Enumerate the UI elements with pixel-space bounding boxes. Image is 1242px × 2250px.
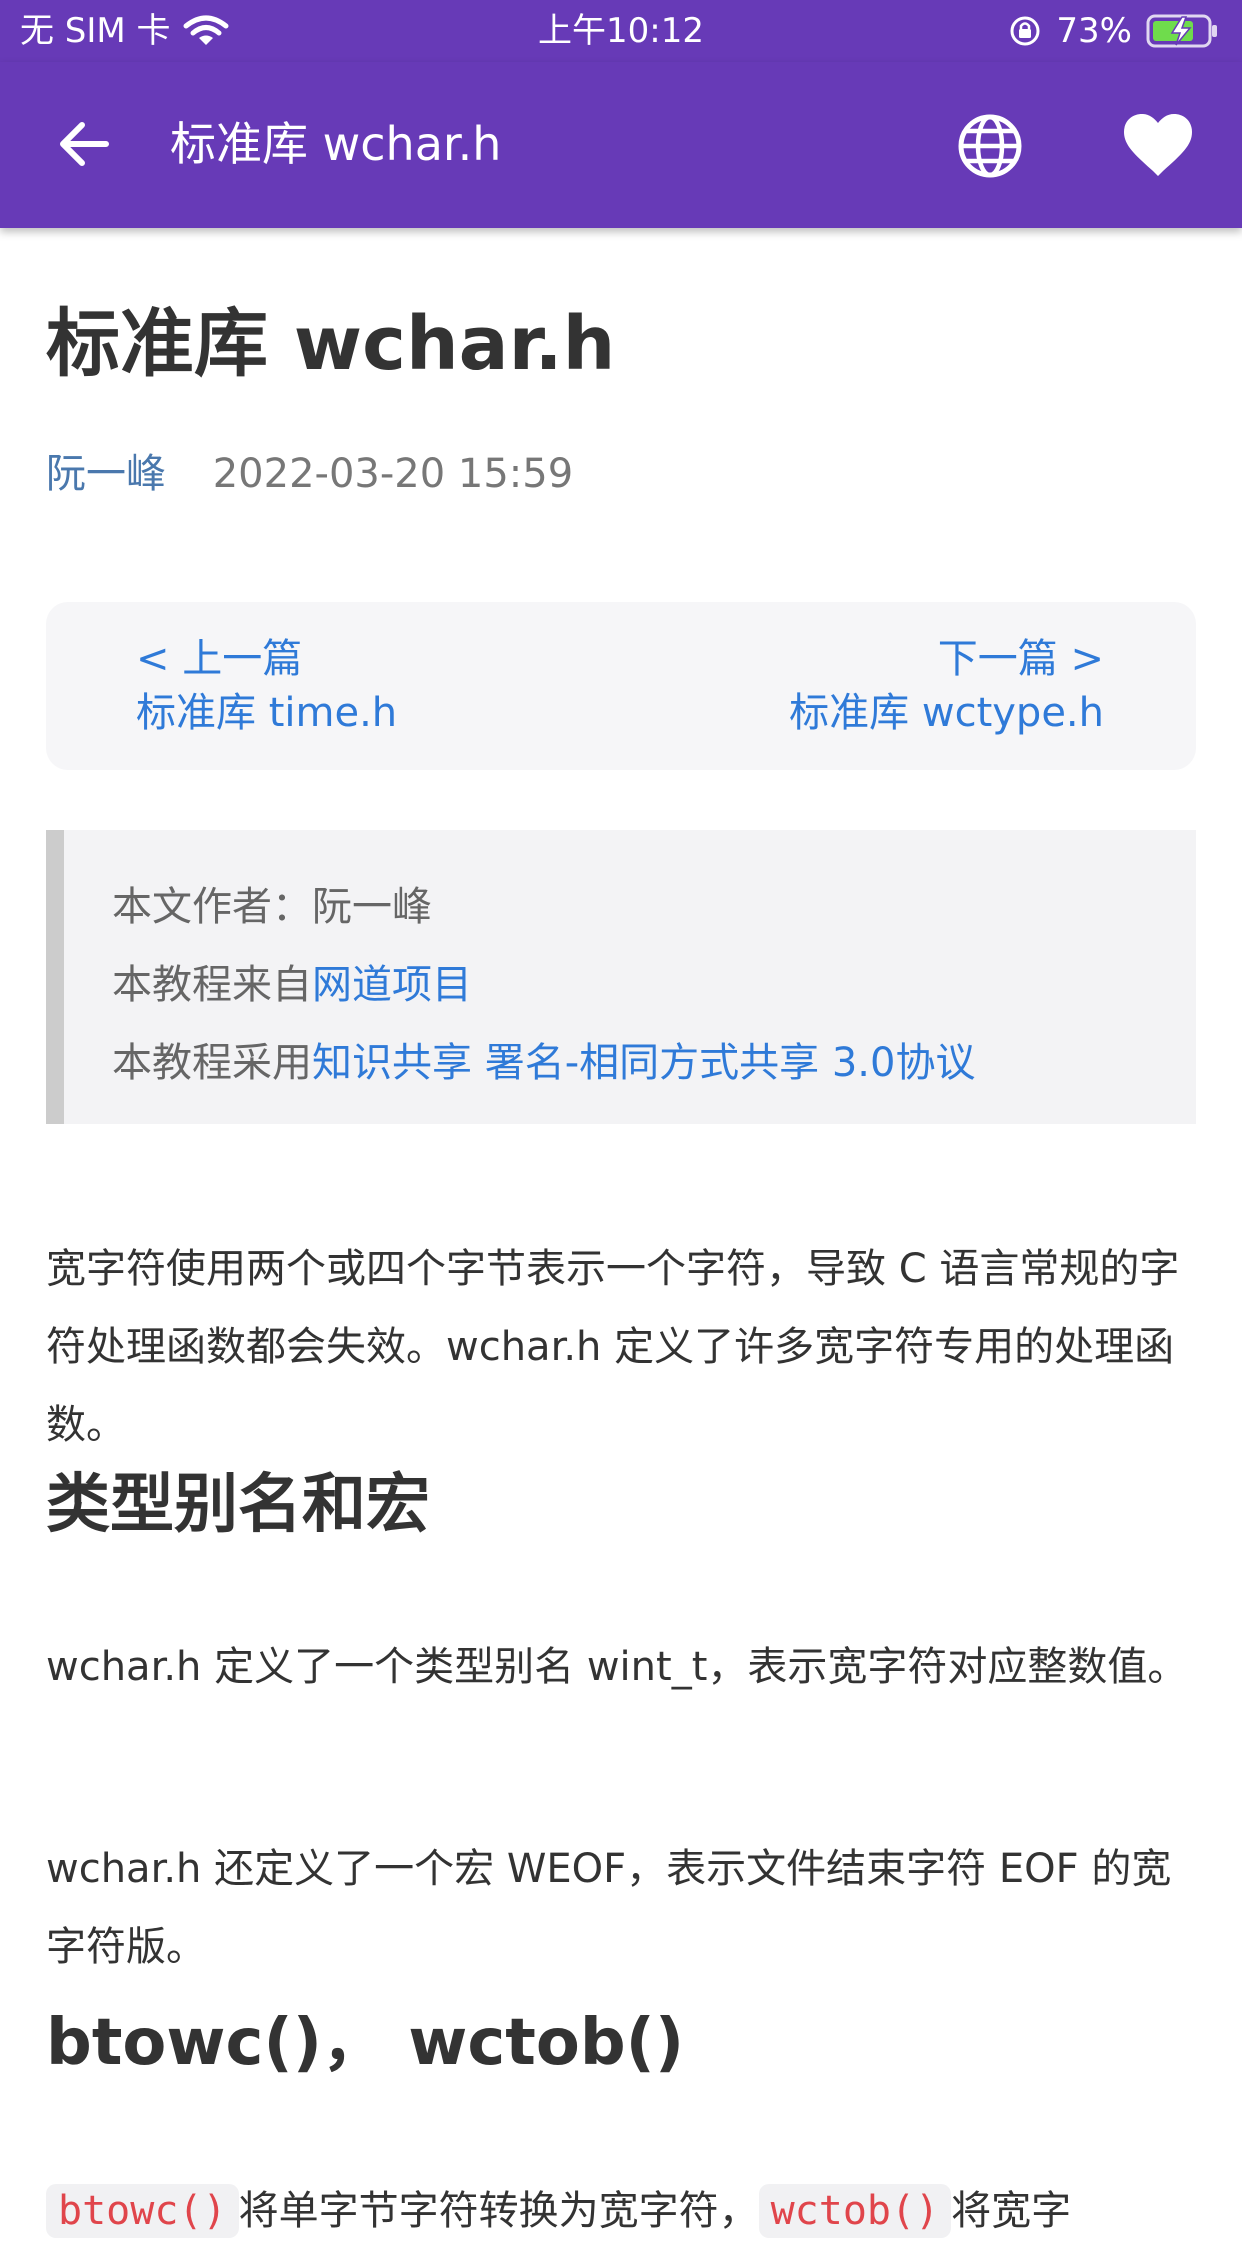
article-meta: 阮一峰 2022-03-20 15:59: [46, 446, 573, 502]
wangdoc-link[interactable]: 网道项目: [312, 962, 472, 1008]
next-label: 下一篇 >: [937, 636, 1104, 682]
section-heading-types: 类型别名和宏: [46, 1468, 430, 1542]
status-bar: 无 SIM 卡 上午10:12 73%: [0, 0, 1242, 62]
app-bar: 标准库 wchar.h: [0, 62, 1242, 228]
orientation-lock-icon: [1010, 16, 1040, 46]
wctob-text: 将宽字: [951, 2188, 1072, 2234]
wint-t-paragraph: wchar.h 定义了一个类型别名 wint_t，表示宽字符对应整数值。: [46, 1644, 1188, 1690]
prev-article-link[interactable]: < 上一篇 标准库 time.h: [136, 632, 397, 740]
battery-percent: 73%: [1056, 11, 1132, 51]
weof-paragraph: wchar.h 还定义了一个宏 WEOF，表示文件结束字符 EOF 的宽字符版。: [46, 1846, 1172, 1970]
next-article-link[interactable]: 下一篇 > 标准库 wctype.h: [789, 632, 1104, 740]
quote-author-line: 本文作者：阮一峰: [112, 884, 432, 930]
back-arrow-icon[interactable]: [52, 112, 116, 176]
license-link[interactable]: 知识共享 署名-相同方式共享 3.0协议: [312, 1040, 975, 1086]
quote-source-prefix: 本教程来自: [112, 962, 312, 1008]
quote-license-line: 本教程采用知识共享 署名-相同方式共享 3.0协议: [112, 1024, 1196, 1102]
globe-icon[interactable]: [954, 110, 1026, 182]
next-title: 标准库 wctype.h: [789, 690, 1104, 736]
status-right: 73%: [1008, 8, 1220, 54]
info-blockquote: 本文作者：阮一峰 本教程来自网道项目 本教程采用知识共享 署名-相同方式共享 3…: [46, 830, 1196, 1124]
btowc-code: btowc(): [46, 2184, 239, 2238]
author-link[interactable]: 阮一峰: [46, 451, 166, 497]
btowc-text: 将单字节字符转换为宽字符，: [238, 2188, 759, 2234]
prev-label: < 上一篇: [136, 636, 303, 682]
btowc-paragraph: btowc() 将单字节字符转换为宽字符， wctob() 将宽字: [46, 2172, 1206, 2250]
quote-source-line: 本教程来自网道项目: [112, 946, 1196, 1024]
section-heading-btowc: btowc()， wctob(): [46, 2006, 685, 2080]
publish-date: 2022-03-20 15:59: [212, 451, 574, 497]
article-navigation: < 上一篇 标准库 time.h 下一篇 > 标准库 wctype.h: [46, 602, 1196, 770]
intro-paragraph: 宽字符使用两个或四个字节表示一个字符，导致 C 语言常规的字符处理函数都会失效。…: [46, 1246, 1180, 1448]
article-title: 标准库 wchar.h: [46, 301, 616, 387]
battery-charging-icon: [1146, 14, 1217, 48]
heart-icon[interactable]: [1122, 112, 1194, 180]
quote-license-prefix: 本教程采用: [112, 1040, 312, 1086]
wctob-code: wctob(): [758, 2184, 952, 2238]
prev-title: 标准库 time.h: [136, 690, 398, 736]
app-bar-title: 标准库 wchar.h: [170, 117, 502, 171]
